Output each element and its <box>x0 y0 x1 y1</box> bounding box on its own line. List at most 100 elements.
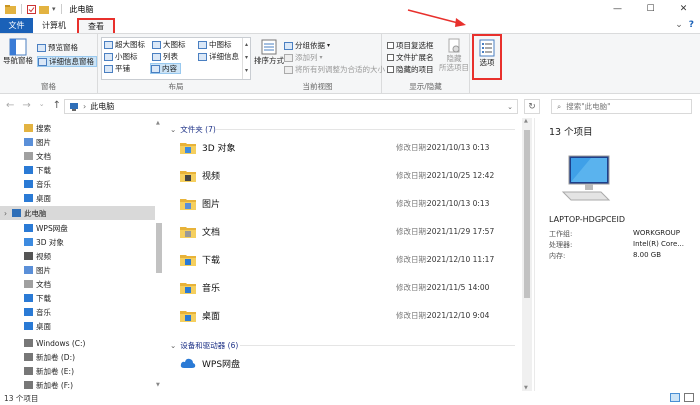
modified-label: 修改日期: <box>396 282 429 292</box>
ribbon-tabs: 文件 计算机 查看 ⌄ ? <box>0 18 700 35</box>
folder-row[interactable]: 文档 修改日期: 2021/11/29 17:57 <box>178 220 518 242</box>
folder-icon <box>180 198 196 210</box>
sidebar-item[interactable]: › 此电脑 <box>0 206 155 220</box>
sidebar-item[interactable]: 搜索 <box>0 121 155 135</box>
layout-content[interactable]: 内容 <box>150 63 181 74</box>
sort-by-button[interactable]: 排序方式 <box>254 38 284 65</box>
nav-scrollbar[interactable]: ▲ ▼ <box>155 120 163 388</box>
nav-pane-button[interactable]: 导航窗格 <box>3 38 33 65</box>
sidebar-item[interactable]: 桌面 <box>0 191 155 205</box>
sidebar-item[interactable]: 3D 对象 <box>0 235 155 249</box>
folder-row[interactable]: 视频 修改日期: 2021/10/25 12:42 <box>178 164 518 186</box>
sidebar-item-label: 桌面 <box>36 193 51 203</box>
sidebar-item[interactable]: 新加卷 (E:) <box>0 364 155 378</box>
add-columns-button[interactable]: 添加列 ▾ <box>284 52 323 63</box>
breadcrumb-chevron-icon[interactable]: › <box>83 102 86 111</box>
details-pane-button[interactable]: 详细信息窗格 <box>37 56 97 67</box>
minimize-button[interactable]: — <box>601 0 634 18</box>
modified-date: 2021/10/13 0:13 <box>427 198 490 208</box>
show-hide-group-label: 显示/隐藏 <box>409 82 442 91</box>
quick-access-dropdown-icon[interactable]: ▾ <box>52 5 56 13</box>
folder-row[interactable]: 3D 对象 修改日期: 2021/10/13 0:13 <box>178 136 518 158</box>
sidebar-item[interactable]: 新加卷 (D:) <box>0 350 155 364</box>
content-scroll-thumb[interactable] <box>524 130 530 298</box>
folder-icon <box>24 124 33 132</box>
folders-section-header[interactable]: ⌄ 文件夹 (7) <box>170 124 216 135</box>
folder-row[interactable]: 图片 修改日期: 2021/10/13 0:13 <box>178 192 518 214</box>
computer-icon <box>70 102 78 111</box>
desktop-icon <box>24 322 33 330</box>
back-arrow-icon[interactable]: ← <box>6 100 14 111</box>
layout-scroll[interactable]: ▴ ▾ ▾ <box>242 38 250 79</box>
device-row[interactable]: WPS网盘 <box>178 352 518 374</box>
expand-chevron-icon[interactable]: › <box>4 209 7 218</box>
sidebar-item[interactable]: 下载 <box>0 163 155 177</box>
hidden-items-label: 隐藏的项目 <box>396 65 434 74</box>
hide-selected-button[interactable]: 隐藏 所选项目 <box>438 38 470 72</box>
preview-pane-button[interactable]: 预览窗格 <box>37 42 78 53</box>
scroll-down-icon[interactable]: ▼ <box>156 382 160 388</box>
explorer-icon[interactable] <box>5 4 16 14</box>
sidebar-item-label: 搜索 <box>36 123 51 133</box>
layout-tiles[interactable]: 平铺 <box>104 63 130 74</box>
file-extensions-toggle[interactable]: 文件扩展名 <box>387 52 434 63</box>
sidebar-item[interactable]: Windows (C:) <box>0 336 155 350</box>
sidebar-item[interactable]: WPS网盘 <box>0 221 155 235</box>
sidebar-item[interactable]: 新加卷 (F:) <box>0 378 155 392</box>
sidebar-item-label: 视频 <box>36 251 51 261</box>
refresh-button[interactable]: ↻ <box>524 99 540 114</box>
address-bar[interactable]: › 此电脑 ⌄ <box>64 99 518 114</box>
recent-dropdown-icon[interactable]: ⌄ <box>39 100 45 111</box>
nav-scroll-thumb[interactable] <box>156 223 162 273</box>
item-checkboxes-toggle[interactable]: 项目复选框 <box>387 40 434 51</box>
sidebar-item-label: 音乐 <box>36 179 51 189</box>
extra-large-icons-icon <box>104 40 113 49</box>
details-pane-icon <box>38 57 47 66</box>
devices-section-header[interactable]: ⌄ 设备和驱动器 (6) <box>170 340 238 351</box>
sidebar-item[interactable]: 图片 <box>0 135 155 149</box>
fit-columns-button[interactable]: 将所有列调整为合适的大小 <box>284 64 385 75</box>
tab-computer[interactable]: 计算机 <box>33 18 75 33</box>
ribbon-collapse-icon[interactable]: ⌄ <box>675 20 683 30</box>
sidebar-item[interactable]: 文档 <box>0 277 155 291</box>
up-arrow-icon[interactable]: ↑ <box>53 100 61 111</box>
hidden-items-toggle[interactable]: 隐藏的项目 <box>387 64 434 75</box>
breadcrumb[interactable]: 此电脑 <box>90 101 114 112</box>
tab-file[interactable]: 文件 <box>0 18 33 33</box>
layout-medium-icons[interactable]: 中图标 <box>198 39 232 50</box>
search-input[interactable]: ⌕ 搜索"此电脑" <box>551 99 692 114</box>
layout-extra-large-icons[interactable]: 超大图标 <box>104 39 145 50</box>
group-by-button[interactable]: 分组依据 ▾ <box>284 40 330 51</box>
folder-name: 音乐 <box>202 283 221 294</box>
sidebar-item[interactable]: 图片 <box>0 263 155 277</box>
sidebar-item[interactable]: 音乐 <box>0 177 155 191</box>
scroll-up-icon[interactable]: ▲ <box>156 120 160 126</box>
layout-small-icons[interactable]: 小图标 <box>104 51 138 62</box>
new-folder-icon[interactable] <box>39 5 49 14</box>
help-icon[interactable]: ? <box>689 20 694 30</box>
layout-large-icons[interactable]: 大图标 <box>152 39 186 50</box>
content-scrollbar[interactable]: ▲ ▼ <box>522 118 532 391</box>
close-button[interactable]: ✕ <box>667 0 700 18</box>
folder-row[interactable]: 桌面 修改日期: 2021/12/10 9:04 <box>178 304 518 326</box>
computer-icon <box>12 209 21 217</box>
large-icons-view-toggle[interactable] <box>684 393 694 402</box>
sidebar-item[interactable]: 视频 <box>0 249 155 263</box>
folder-row[interactable]: 音乐 修改日期: 2021/11/5 14:00 <box>178 276 518 298</box>
details-view-toggle[interactable] <box>670 393 680 402</box>
properties-icon[interactable] <box>27 4 36 14</box>
scroll-up-icon[interactable]: ▲ <box>524 118 528 124</box>
sidebar-item[interactable]: 桌面 <box>0 319 155 333</box>
layout-group-label: 布局 <box>168 82 184 91</box>
layout-list[interactable]: 列表 <box>152 51 178 62</box>
folder-row[interactable]: 下载 修改日期: 2021/12/10 11:17 <box>178 248 518 270</box>
sidebar-item[interactable]: 音乐 <box>0 305 155 319</box>
prop-label: 内存: <box>549 252 566 260</box>
layout-details[interactable]: 详细信息 <box>198 51 239 62</box>
sidebar-item[interactable]: 下载 <box>0 291 155 305</box>
address-dropdown-icon[interactable]: ⌄ <box>507 103 513 111</box>
options-button[interactable]: 选项 <box>472 34 502 80</box>
sidebar-item[interactable]: 文档 <box>0 149 155 163</box>
maximize-button[interactable]: ☐ <box>634 0 667 18</box>
forward-arrow-icon[interactable]: → <box>22 100 30 111</box>
